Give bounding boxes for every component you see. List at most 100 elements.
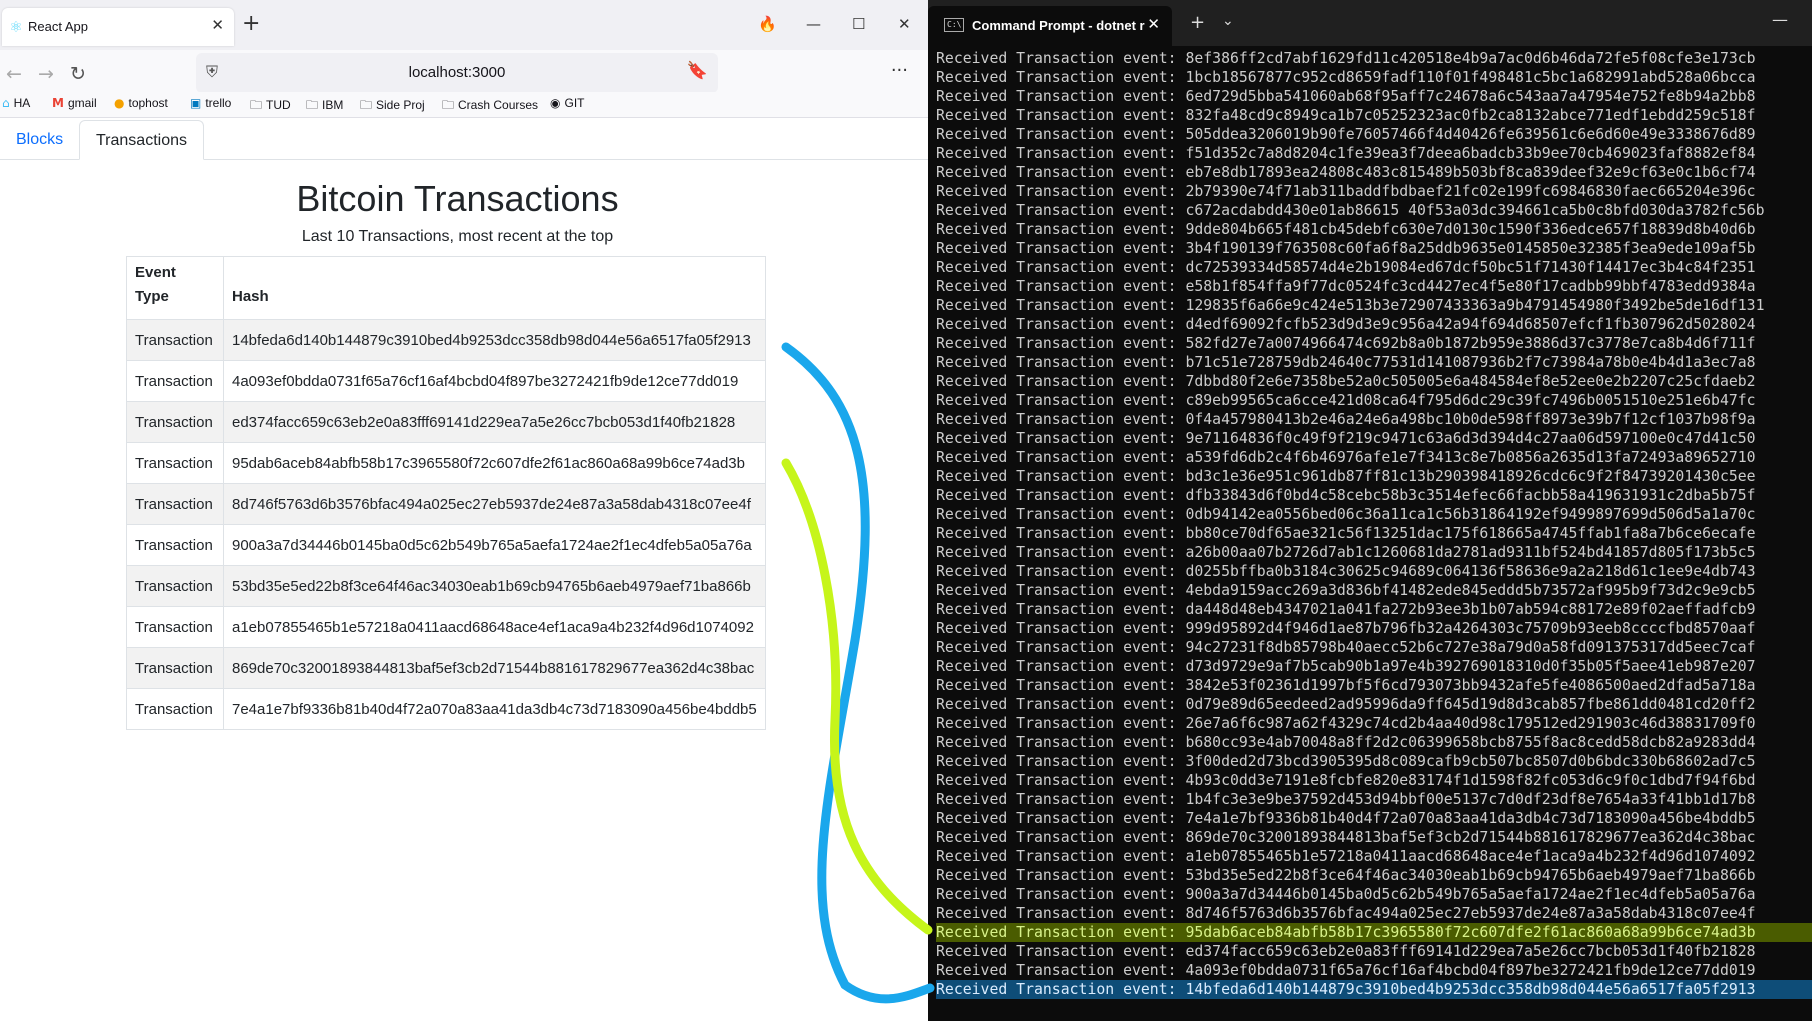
terminal-line-hash: 4a093ef0bdda0731f65a76cf16af4bcbd04f897b… bbox=[1185, 962, 1756, 979]
bookmark-icon[interactable]: 🔖 bbox=[687, 61, 708, 81]
cell-event-type: Transaction bbox=[126, 401, 224, 443]
terminal-line-hash: a539fd6db2c4f6b46976afe1e7f3413c8e7b0856… bbox=[1185, 449, 1756, 466]
terminal-line-hash: 8ef386ff2cd7abf1629fd11c420518e4b9a7ac0d… bbox=[1185, 50, 1756, 67]
terminal-line-prefix: Received Transaction event: bbox=[936, 981, 1186, 998]
terminal-minimize-button[interactable]: — bbox=[1772, 10, 1788, 29]
terminal-line-hash: 3f00ded2d73bcd3905395d8c089cafb9cb507bc8… bbox=[1185, 753, 1756, 770]
terminal-line: Received Transaction event: b71c51e72875… bbox=[936, 353, 1812, 372]
browser-window: ⚛ React App ✕ + 🔥 — ☐ ✕ ← → ↻ ⛨ localhos… bbox=[0, 0, 930, 1021]
bookmark-tophost[interactable]: ● tophost bbox=[114, 96, 168, 110]
bookmark-ibm[interactable]: 🗀 IBM bbox=[306, 96, 343, 117]
firefox-view-icon[interactable]: 🔥 bbox=[758, 12, 777, 36]
terminal-line-prefix: Received Transaction event: bbox=[936, 677, 1186, 694]
bookmark-side-proj[interactable]: 🗀 Side Proj bbox=[360, 96, 425, 117]
github-icon: ◉ bbox=[550, 96, 561, 110]
bookmark-gmail[interactable]: Mgmail bbox=[52, 96, 97, 110]
command-prompt-icon: C:\ bbox=[944, 18, 964, 32]
bookmark-label: TUD bbox=[266, 98, 291, 112]
close-window-button[interactable]: ✕ bbox=[898, 12, 911, 36]
back-icon[interactable]: ← bbox=[6, 62, 22, 86]
terminal-line-prefix: Received Transaction event: bbox=[936, 335, 1186, 352]
more-menu-icon[interactable]: ··· bbox=[891, 60, 908, 81]
terminal-line-prefix: Received Transaction event: bbox=[936, 164, 1186, 181]
terminal-line-hash: 53bd35e5ed22b8f3ce64f46ac34030eab1b69cb9… bbox=[1185, 867, 1756, 884]
new-tab-button[interactable]: + bbox=[242, 12, 260, 36]
terminal-line-prefix: Received Transaction event: bbox=[936, 50, 1186, 67]
terminal-line-hash: 832fa48cd9c8949ca1b7c05252323ac0fb2ca813… bbox=[1185, 107, 1756, 124]
tab-blocks[interactable]: Blocks bbox=[0, 120, 79, 160]
terminal-line-prefix: Received Transaction event: bbox=[936, 506, 1186, 523]
table-row: Transaction 53bd35e5ed22b8f3ce64f46ac3403… bbox=[126, 565, 766, 607]
cell-event-type: Transaction bbox=[126, 360, 224, 402]
terminal-tab[interactable]: C:\ Command Prompt - dotnet r ✕ bbox=[928, 6, 1172, 46]
forward-icon[interactable]: → bbox=[38, 62, 54, 86]
terminal-line-hash: 4b93c0dd3e7191e8fcbfe820e83174f1d1598f82… bbox=[1185, 772, 1756, 789]
folder-icon: 🗀 bbox=[306, 98, 319, 112]
terminal-line-hash: 505ddea3206019b90fe76057466f4d40426fe639… bbox=[1185, 126, 1756, 143]
close-tab-icon[interactable]: ✕ bbox=[211, 16, 224, 34]
terminal-line-hash: 2b79390e74f71ab311baddfbdbaef21fc02e199f… bbox=[1185, 183, 1756, 200]
browser-tab-react-app[interactable]: ⚛ React App ✕ bbox=[2, 8, 234, 46]
reload-icon[interactable]: ↻ bbox=[70, 62, 86, 86]
minimize-button[interactable]: — bbox=[806, 12, 821, 36]
tab-transactions[interactable]: Transactions bbox=[79, 120, 204, 160]
terminal-line-hash: 9dde804b665f481cb45debfc630e7d0130c1590f… bbox=[1185, 221, 1756, 238]
table-header-row: Event Type Hash bbox=[126, 256, 766, 320]
terminal-line-hash: 7e4a1e7bf9336b81b40d4f72a070a83aa41da3db… bbox=[1185, 810, 1756, 827]
close-terminal-tab-icon[interactable]: ✕ bbox=[1147, 15, 1160, 33]
cell-event-type: Transaction bbox=[126, 483, 224, 525]
terminal-line: Received Transaction event: 7e4a1e7bf933… bbox=[936, 809, 1812, 828]
cell-event-type: Transaction bbox=[126, 565, 224, 607]
terminal-line-hash: da448d48eb4347021a041fa272b93ee3b1b07ab5… bbox=[1185, 601, 1756, 618]
browser-tab-title: React App bbox=[28, 19, 88, 34]
bookmark-git[interactable]: ◉ GIT bbox=[550, 96, 584, 110]
terminal-line: Received Transaction event: 4ebda9159acc… bbox=[936, 581, 1812, 600]
terminal-line-prefix: Received Transaction event: bbox=[936, 373, 1186, 390]
terminal-line: Received Transaction event: 900a3a7d3444… bbox=[936, 885, 1812, 904]
cell-event-type: Transaction bbox=[126, 442, 224, 484]
terminal-line: Received Transaction event: c89eb99565ca… bbox=[936, 391, 1812, 410]
table-row: Transaction 7e4a1e7bf9336b81b40d4f72a070a… bbox=[126, 688, 766, 730]
terminal-line: Received Transaction event: 9e71164836f0… bbox=[936, 429, 1812, 448]
terminal-line-prefix: Received Transaction event: bbox=[936, 848, 1186, 865]
bookmark-trello[interactable]: ▣ trello bbox=[190, 96, 231, 110]
terminal-line-hash: 582fd27e7a0074966474c692b8a0b1872b959e38… bbox=[1185, 335, 1756, 352]
terminal-line: Received Transaction event: 0db94142ea05… bbox=[936, 505, 1812, 524]
terminal-line-prefix: Received Transaction event: bbox=[936, 88, 1186, 105]
folder-icon: 🗀 bbox=[360, 98, 373, 112]
bookmark-tud[interactable]: 🗀 TUD bbox=[250, 96, 291, 117]
maximize-button[interactable]: ☐ bbox=[852, 12, 865, 36]
terminal-line-prefix: Received Transaction event: bbox=[936, 221, 1186, 238]
terminal-line-hash: a26b00aa07b2726d7ab1c1260681da2781ad9311… bbox=[1185, 544, 1756, 561]
terminal-line: Received Transaction event: a26b00aa07b2… bbox=[936, 543, 1812, 562]
bookmark-crash-courses[interactable]: 🗀 Crash Courses bbox=[442, 96, 538, 117]
table-row: Transaction 95dab6aceb84abfb58b17c3965580… bbox=[126, 442, 766, 484]
address-bar[interactable]: ⛨ localhost:3000 🔖 bbox=[196, 53, 718, 93]
terminal-line: Received Transaction event: 8ef386ff2cd7… bbox=[936, 49, 1812, 68]
terminal-line-hash: 0f4a457980413b2e46a24e6a498bc10b0de598ff… bbox=[1185, 411, 1756, 428]
bookmark-label: tophost bbox=[128, 96, 168, 110]
cell-hash: ed374facc659c63eb2e0a83fff69141d229ea7a5… bbox=[223, 401, 766, 443]
screenshot: ⚛ React App ✕ + 🔥 — ☐ ✕ ← → ↻ ⛨ localhos… bbox=[0, 0, 1812, 1021]
terminal-line-hash: 999d95892d4f946d1ae87b796fb32a4264303c75… bbox=[1185, 620, 1756, 637]
terminal-line-prefix: Received Transaction event: bbox=[936, 696, 1186, 713]
new-terminal-tab-button[interactable]: + bbox=[1190, 12, 1205, 33]
terminal-line: Received Transaction event: 7dbbd80f2e6e… bbox=[936, 372, 1812, 391]
terminal-line-hash: 26e7a6f6c987a62f4329c74cd2b4aa40d98c1795… bbox=[1185, 715, 1756, 732]
chevron-down-icon[interactable]: ⌄ bbox=[1222, 13, 1234, 29]
terminal-tab-title: Command Prompt - dotnet r bbox=[972, 18, 1145, 33]
terminal-line: Received Transaction event: 26e7a6f6c987… bbox=[936, 714, 1812, 733]
terminal-line-prefix: Received Transaction event: bbox=[936, 658, 1186, 675]
bookmark-ha[interactable]: ⌂ HA bbox=[2, 96, 30, 110]
terminal-line: Received Transaction event: ed374facc659… bbox=[936, 942, 1812, 961]
terminal-line-hash: 9e71164836f0c49f9f219c9471c63a6d3d394d4c… bbox=[1185, 430, 1756, 447]
bookmark-label: GIT bbox=[564, 96, 585, 110]
terminal-line-hash: 869de70c32001893844813baf5ef3cb2d71544b8… bbox=[1185, 829, 1756, 846]
url-text[interactable]: localhost:3000 bbox=[196, 64, 718, 81]
folder-icon: 🗀 bbox=[442, 98, 455, 112]
bookmark-label: gmail bbox=[67, 96, 97, 110]
terminal-line: Received Transaction event: a1eb07855465… bbox=[936, 847, 1812, 866]
terminal-line: Received Transaction event: 999d95892d4f… bbox=[936, 619, 1812, 638]
terminal-line-hash: 4ebda9159acc269a3d836bf41482ede845eddd5b… bbox=[1185, 582, 1756, 599]
terminal-line-prefix: Received Transaction event: bbox=[936, 392, 1186, 409]
